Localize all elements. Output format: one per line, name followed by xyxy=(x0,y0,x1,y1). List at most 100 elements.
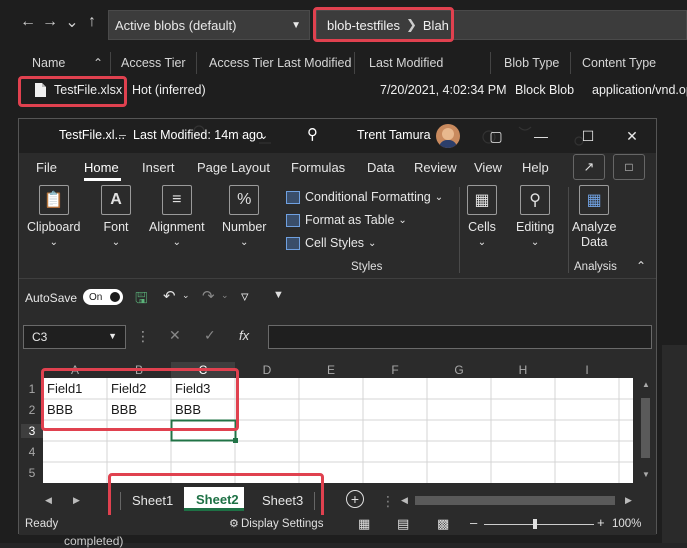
forward-arrow-icon[interactable]: → xyxy=(40,12,60,32)
vertical-scrollbar[interactable]: ▲ ▼ xyxy=(637,378,654,483)
more-icon[interactable]: ⋮ xyxy=(136,328,150,345)
ribbon-display-icon[interactable]: ▢ xyxy=(487,127,505,145)
editing-group[interactable]: ⚲ Editing ⌄ xyxy=(516,185,554,250)
chevron-down-icon[interactable]: ⌄ xyxy=(62,12,82,32)
analyze-data-button[interactable]: ▦ Analyze Data xyxy=(572,185,616,250)
format-as-table-button[interactable]: Format as Table ⌄ xyxy=(286,213,407,227)
filter-icon[interactable]: ▿ xyxy=(241,287,249,305)
col-header-tier-modified[interactable]: Access Tier Last Modified xyxy=(209,50,351,76)
col-divider[interactable] xyxy=(196,52,197,74)
col-divider[interactable] xyxy=(110,52,111,74)
search-icon[interactable]: ⚲ xyxy=(307,125,318,143)
row-header-5[interactable]: 5 xyxy=(21,466,43,480)
cell-b2[interactable]: BBB xyxy=(111,402,137,417)
tab-view[interactable]: View xyxy=(474,160,502,175)
chevron-down-icon[interactable]: ⌄ xyxy=(259,129,268,142)
cell-a1[interactable]: Field1 xyxy=(47,381,82,396)
chevron-down-icon[interactable]: ⌄ xyxy=(182,290,190,301)
col-header-blob-type[interactable]: Blob Type xyxy=(504,50,559,76)
cell-styles-button[interactable]: Cell Styles ⌄ xyxy=(286,236,376,250)
tab-insert[interactable]: Insert xyxy=(142,160,175,175)
add-sheet-icon[interactable]: + xyxy=(346,490,364,508)
zoom-slider-thumb[interactable] xyxy=(533,519,537,529)
undo-icon[interactable]: ↶ xyxy=(163,287,176,305)
col-divider[interactable] xyxy=(490,52,491,74)
minimize-icon[interactable]: — xyxy=(532,127,550,145)
tab-page-layout[interactable]: Page Layout xyxy=(197,160,270,175)
tab-file[interactable]: File xyxy=(36,160,57,175)
file-name[interactable]: TestFile.xlsx xyxy=(54,79,122,101)
row-header-4[interactable]: 4 xyxy=(21,445,43,459)
font-group[interactable]: A Font ⌄ xyxy=(101,185,131,250)
col-header-a[interactable]: A xyxy=(43,362,107,378)
formula-input[interactable] xyxy=(268,325,652,349)
col-header-d[interactable]: D xyxy=(235,362,299,378)
autosave-toggle[interactable]: On xyxy=(83,289,123,305)
scroll-sheets-left-icon[interactable]: ◀ xyxy=(45,495,52,506)
cell-grid[interactable]: Field1 Field2 Field3 BBB BBB BBB xyxy=(43,378,633,483)
save-icon[interactable]: 🖫 xyxy=(135,288,148,313)
tab-review[interactable]: Review xyxy=(414,160,457,175)
sheet-tab-2[interactable]: Sheet2 xyxy=(184,487,244,511)
col-header-b[interactable]: B xyxy=(107,362,171,378)
tab-formulas[interactable]: Formulas xyxy=(291,160,345,175)
customize-qat-icon[interactable]: ▼ xyxy=(273,289,284,301)
cell-b1[interactable]: Field2 xyxy=(111,381,146,396)
share-icon[interactable]: ↗ xyxy=(573,154,605,180)
col-header-f[interactable]: F xyxy=(363,362,427,378)
last-modified-label[interactable]: Last Modified: 14m ago xyxy=(133,128,263,142)
insert-function-icon[interactable]: fx xyxy=(239,328,249,343)
more-icon[interactable]: ⋮ xyxy=(381,493,395,510)
normal-view-icon[interactable]: ▦ xyxy=(358,516,370,532)
row-header-2[interactable]: 2 xyxy=(21,403,43,417)
user-name[interactable]: Trent Tamura xyxy=(357,128,431,142)
comments-icon[interactable]: □ xyxy=(613,154,645,180)
zoom-level[interactable]: 100% xyxy=(612,518,641,530)
col-header-i[interactable]: I xyxy=(555,362,619,378)
back-arrow-icon[interactable]: ← xyxy=(18,12,38,32)
zoom-in-icon[interactable]: + xyxy=(597,515,605,530)
collapse-ribbon-icon[interactable]: ⌃ xyxy=(636,259,646,273)
scroll-sheets-right-icon[interactable]: ▶ xyxy=(73,495,80,506)
redo-icon[interactable]: ↷ xyxy=(202,287,215,305)
display-settings-icon[interactable]: ⚙ xyxy=(229,517,239,530)
up-arrow-icon[interactable]: ↑ xyxy=(82,12,102,32)
clipboard-group[interactable]: 📋 Clipboard ⌄ xyxy=(27,185,81,250)
scrollbar-thumb[interactable] xyxy=(641,398,650,458)
scroll-up-icon[interactable]: ▲ xyxy=(642,380,650,389)
page-break-view-icon[interactable]: ▩ xyxy=(437,516,449,532)
col-header-c[interactable]: C xyxy=(171,362,235,378)
tab-data[interactable]: Data xyxy=(367,160,394,175)
hscroll-right-icon[interactable]: ▶ xyxy=(625,495,632,506)
sheet-tab-3[interactable]: Sheet3 xyxy=(262,493,303,508)
chevron-down-icon[interactable]: ⌄ xyxy=(221,290,229,301)
conditional-formatting-button[interactable]: Conditional Formatting ⌄ xyxy=(286,190,443,204)
col-header-h[interactable]: H xyxy=(491,362,555,378)
breadcrumb-item-folder[interactable]: Blah xyxy=(423,18,449,33)
col-header-last-modified[interactable]: Last Modified xyxy=(369,50,443,76)
cell-a2[interactable]: BBB xyxy=(47,402,73,417)
maximize-icon[interactable]: ☐ xyxy=(579,127,597,145)
zoom-out-icon[interactable]: – xyxy=(470,515,477,530)
close-icon[interactable]: ✕ xyxy=(623,127,641,145)
alignment-group[interactable]: ≡ Alignment ⌄ xyxy=(149,185,205,250)
zoom-slider-track[interactable] xyxy=(484,524,594,525)
col-divider[interactable] xyxy=(354,52,355,74)
name-box[interactable]: C3 ▼ xyxy=(23,325,126,349)
cells-group[interactable]: ▦ Cells ⌄ xyxy=(467,185,497,250)
breadcrumb-item-container[interactable]: blob-testfiles xyxy=(327,18,400,33)
tab-home[interactable]: Home xyxy=(84,160,119,175)
cell-c2[interactable]: BBB xyxy=(175,402,201,417)
access-tier-dropdown[interactable]: Active blobs (default) ▼ xyxy=(108,10,310,40)
horizontal-scrollbar-thumb[interactable] xyxy=(415,496,615,505)
col-header-g[interactable]: G xyxy=(427,362,491,378)
scroll-down-icon[interactable]: ▼ xyxy=(642,470,650,479)
col-divider[interactable] xyxy=(570,52,571,74)
page-layout-view-icon[interactable]: ▤ xyxy=(397,516,409,532)
enter-icon[interactable]: ✓ xyxy=(204,327,216,344)
tab-help[interactable]: Help xyxy=(522,160,549,175)
number-group[interactable]: % Number ⌄ xyxy=(222,185,266,250)
row-header-3[interactable]: 3 xyxy=(21,424,43,438)
col-header-access-tier[interactable]: Access Tier xyxy=(121,50,186,76)
sheet-tab-1[interactable]: Sheet1 xyxy=(132,493,173,508)
